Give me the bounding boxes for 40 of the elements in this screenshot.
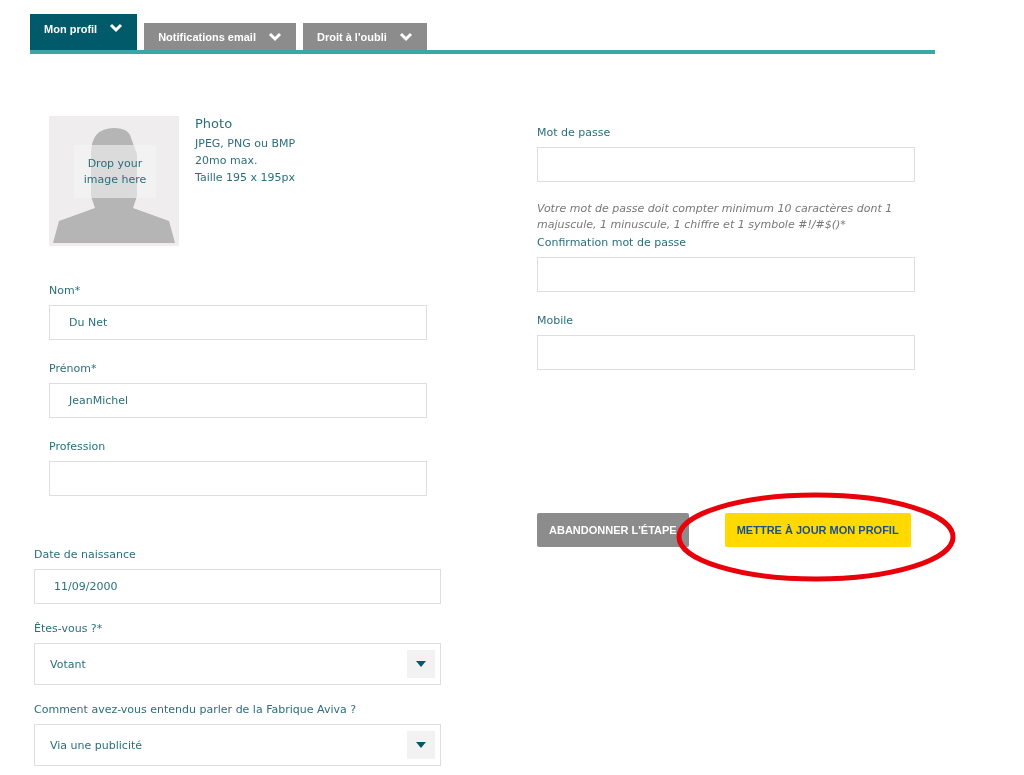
password-hint: Votre mot de passe doit compter minimum 10 caractères dont 1 majuscule, 1 minuscule, 1 chiffre et 1 symbole #!/#$()* <box>537 201 894 233</box>
field-label: Confirmation mot de passe <box>537 236 688 249</box>
input-field[interactable]: JeanMichel <box>49 383 427 418</box>
photo-requirement: Taille 195 x 195px <box>195 171 296 184</box>
field-label: Prénom* <box>49 362 98 375</box>
input-field[interactable] <box>537 335 915 370</box>
field-label: Mot de passe <box>537 126 612 139</box>
input-field[interactable] <box>49 461 427 496</box>
caret-icon[interactable] <box>407 650 435 678</box>
dropdown-field[interactable]: Votant <box>34 643 441 685</box>
field-value: Du Net <box>69 316 108 329</box>
chevron-down-icon <box>267 31 282 42</box>
dropdown-field[interactable]: Via une publicité <box>34 724 441 766</box>
tab[interactable]: Mon profil <box>30 14 138 50</box>
photo-title: Photo <box>195 116 234 131</box>
field-label: Nom* <box>49 284 82 297</box>
image-dropzone[interactable]: Drop your image here <box>49 116 179 246</box>
field-label: Mobile <box>537 314 575 327</box>
input-field[interactable] <box>537 257 915 292</box>
chevron-down-icon <box>109 23 124 33</box>
caret-icon[interactable] <box>407 731 435 759</box>
chevron-down-icon <box>398 31 413 42</box>
update-button[interactable]: METTRE À JOUR MON PROFIL <box>724 513 911 547</box>
photo-requirement: 20mo max. <box>195 154 259 167</box>
field-label: Date de naissance <box>34 548 137 561</box>
field-label: Comment avez-vous entendu parler de la Fabrique Aviva ? <box>34 703 358 716</box>
field-value: 11/09/2000 <box>54 580 118 593</box>
input-field[interactable] <box>537 147 915 182</box>
field-value: Via une publicité <box>50 738 143 752</box>
tab[interactable]: Notifications email <box>144 23 296 50</box>
dropzone-text: Drop your image here <box>74 145 156 198</box>
input-field[interactable]: 11/09/2000 <box>34 569 441 604</box>
field-label: Profession <box>49 440 107 453</box>
field-value: JeanMichel <box>69 394 129 407</box>
tab[interactable]: Droit à l'oubli <box>302 23 427 50</box>
field-label: Êtes-vous ?* <box>34 622 104 635</box>
cancel-button[interactable]: ABANDONNER L'ÉTAPE <box>537 513 689 547</box>
photo-requirement: JPEG, PNG ou BMP <box>195 137 296 150</box>
input-field[interactable]: Du Net <box>49 305 427 340</box>
field-value: Votant <box>50 657 86 671</box>
